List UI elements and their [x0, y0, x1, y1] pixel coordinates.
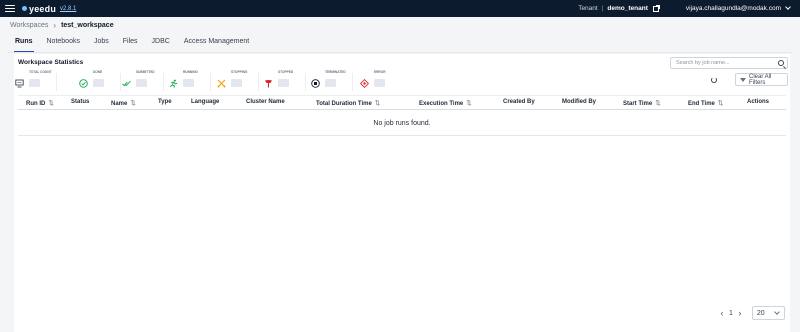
stat-value: [136, 79, 147, 87]
stat-label: TERMINATED: [325, 70, 346, 74]
logo-mark-icon: [22, 6, 27, 11]
page-size-select[interactable]: 20: [751, 306, 785, 320]
stat-done: DONE: [78, 70, 126, 94]
search-placeholder: Search by job name...: [676, 60, 730, 66]
page-size-value: 20: [756, 310, 765, 317]
stat-value: [278, 79, 289, 87]
tab-notebooks[interactable]: Notebooks: [40, 36, 87, 52]
sort-icon: ⇅: [655, 100, 661, 107]
stat-divider: [305, 73, 306, 91]
next-page-icon[interactable]: ›: [736, 308, 744, 318]
stopped-icon: [264, 79, 273, 88]
runs-panel: Workspace Statistics Search by job name.…: [14, 54, 790, 332]
clear-filters-button[interactable]: Clear All Filters: [735, 73, 788, 86]
chevron-down-icon[interactable]: [785, 4, 791, 10]
tenant-label: Tenant: [578, 5, 598, 12]
column-header[interactable]: Run ID ⇅: [26, 99, 54, 107]
table-header: Run ID ⇅ Status Name ⇅ Type Language Clust…: [18, 95, 786, 110]
stat-value: [374, 79, 385, 87]
stat-stopped: STOPPED: [263, 70, 311, 94]
menu-icon[interactable]: [5, 4, 15, 13]
sort-icon: ⇅: [466, 100, 472, 107]
stat-label: STOPPING: [231, 70, 248, 74]
double-check-icon: [122, 79, 131, 88]
error-diamond-icon: [360, 79, 369, 88]
stat-divider: [163, 73, 164, 91]
column-header: Status: [71, 99, 90, 105]
column-header: Actions: [747, 99, 770, 105]
page-number[interactable]: 1: [729, 310, 733, 317]
tab-jobs[interactable]: Jobs: [87, 36, 116, 52]
stat-value: [231, 79, 242, 87]
stat-total-count: TOTAL COUNT: [14, 70, 62, 94]
stat-divider: [210, 73, 211, 91]
tab-files[interactable]: Files: [116, 36, 145, 52]
clear-filters-label: Clear All Filters: [749, 73, 772, 86]
top-bar: yeedu v2.8.1 Tenant | demo_tenant vijaya…: [0, 0, 800, 17]
tab-access-management[interactable]: Access Management: [177, 36, 256, 52]
stat-label: TOTAL COUNT: [29, 70, 52, 74]
version-link[interactable]: v2.8.1: [60, 6, 76, 12]
pagination: ‹ 1 › 20: [718, 306, 785, 320]
monitor-icon: [15, 79, 24, 88]
stat-running: RUNNING: [168, 70, 216, 94]
chevron-right-icon: ›: [53, 20, 57, 30]
tab-bar: Runs Notebooks Jobs Files JDBC Access Ma…: [8, 36, 256, 52]
column-header: Cluster Name: [246, 99, 285, 105]
column-header[interactable]: Name ⇅: [111, 99, 136, 107]
stat-value: [29, 79, 40, 87]
stat-label: DONE: [93, 70, 103, 74]
running-icon: [169, 79, 178, 88]
stat-value: [93, 79, 104, 87]
brand-name: yeedu: [29, 3, 57, 14]
stat-divider: [258, 73, 259, 91]
column-header[interactable]: End Time ⇅: [688, 99, 723, 107]
stat-label: ERROR: [374, 70, 386, 74]
check-circle-icon: [79, 79, 88, 88]
column-header: Language: [191, 99, 220, 105]
sort-icon: ⇅: [130, 100, 136, 107]
tabs-divider: [8, 52, 792, 53]
stat-stopping: STOPPING: [216, 70, 264, 94]
prev-page-icon[interactable]: ‹: [718, 308, 726, 318]
search-icon[interactable]: [778, 60, 784, 66]
tab-jdbc[interactable]: JDBC: [145, 36, 177, 52]
stat-divider: [56, 73, 57, 91]
column-header: Created By: [503, 99, 535, 105]
tab-runs[interactable]: Runs: [8, 36, 40, 52]
tenant-separator: |: [601, 5, 604, 12]
stat-divider: [352, 73, 353, 91]
breadcrumb-workspaces[interactable]: Workspaces: [10, 22, 48, 29]
stat-value: [183, 79, 194, 87]
stat-error: ERROR: [359, 70, 407, 94]
brand-logo[interactable]: yeedu: [22, 4, 56, 14]
external-link-icon[interactable]: [652, 4, 660, 12]
stat-value: [325, 79, 336, 87]
stopping-icon: [217, 79, 226, 88]
column-header: Type: [158, 99, 172, 105]
sort-icon: ⇅: [374, 100, 381, 107]
sort-icon: ⇅: [48, 100, 54, 107]
column-header: Modified By: [562, 99, 596, 105]
column-header[interactable]: Execution Time ⇅: [419, 99, 472, 107]
user-email[interactable]: vijaya.challagundla@modak.com: [686, 5, 781, 12]
sort-icon: ⇅: [717, 100, 724, 107]
search-input[interactable]: Search by job name...: [670, 57, 788, 69]
stat-submitted: SUBMITTED: [121, 70, 169, 94]
statistics-title: Workspace Statistics: [18, 59, 84, 66]
refresh-icon[interactable]: [711, 77, 717, 83]
column-header[interactable]: Total Duration Time ⇅: [316, 99, 380, 107]
stat-label: STOPPED: [278, 70, 294, 74]
breadcrumb: Workspaces › test_workspace: [10, 19, 114, 31]
empty-state-message: No job runs found.: [18, 111, 786, 136]
breadcrumb-current: test_workspace: [61, 21, 114, 29]
chevron-down-icon: [774, 309, 780, 315]
filter-icon: [740, 77, 746, 82]
stat-label: SUBMITTED: [136, 70, 155, 74]
stat-label: RUNNING: [183, 70, 198, 74]
stop-circle-icon: [311, 79, 320, 88]
stat-terminated: TERMINATED: [310, 70, 358, 94]
tenant-name[interactable]: demo_tenant: [607, 5, 647, 12]
column-header[interactable]: Start Time ⇅: [623, 99, 661, 107]
